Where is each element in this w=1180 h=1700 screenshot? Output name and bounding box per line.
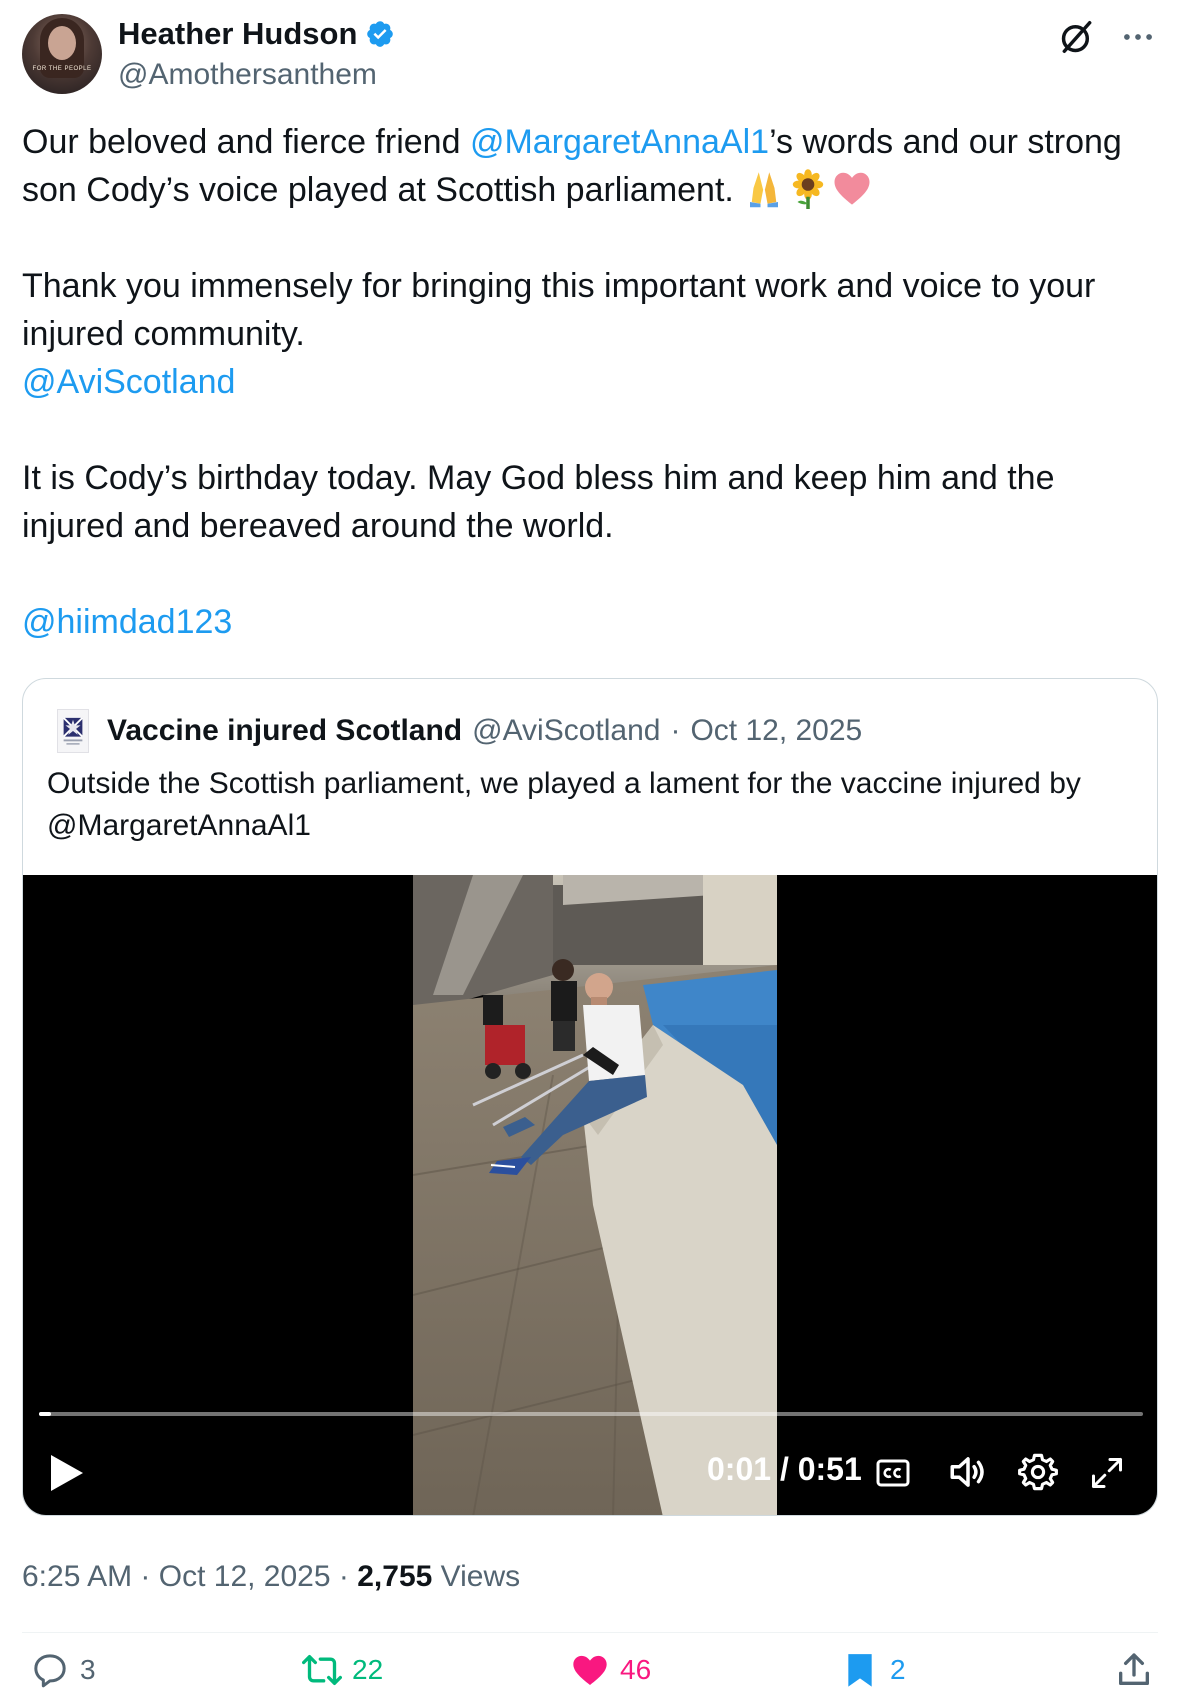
video-duration: 0:51 bbox=[797, 1451, 862, 1487]
views-label: Views bbox=[440, 1560, 521, 1593]
heart-icon bbox=[573, 1655, 607, 1685]
video-progress-fill bbox=[39, 1412, 52, 1416]
separator-dot: · bbox=[670, 714, 681, 747]
author-display-name[interactable]: Heather Hudson bbox=[118, 16, 357, 52]
quoted-avatar[interactable] bbox=[57, 709, 89, 753]
tweet-text: Our beloved and fierce friend @MargaretA… bbox=[22, 118, 1158, 646]
repost-icon bbox=[302, 1655, 342, 1685]
tweet-time[interactable]: 6:25 AM bbox=[22, 1560, 132, 1593]
quoted-tweet-header: Vaccine injured Scotland @AviScotland · … bbox=[57, 709, 862, 753]
author-name-row: Heather Hudson bbox=[118, 16, 395, 52]
reply-count: 3 bbox=[80, 1654, 96, 1685]
tweet-header: FOR THE PEOPLE Heather Hudson @Amothersa… bbox=[22, 14, 1158, 94]
quoted-tweet-text: Outside the Scottish parliament, we play… bbox=[47, 767, 1081, 842]
share-button[interactable] bbox=[1114, 1648, 1154, 1692]
views-count: 2,755 bbox=[357, 1560, 433, 1593]
avatar-caption: FOR THE PEOPLE bbox=[32, 66, 92, 72]
video-time-separator: / bbox=[779, 1451, 789, 1487]
text-segment: Our beloved and fierce friend bbox=[22, 123, 470, 161]
settings-gear-icon[interactable] bbox=[1017, 1451, 1059, 1493]
fullscreen-icon[interactable] bbox=[1089, 1455, 1125, 1491]
tweet-meta: 6:25 AM · Oct 12, 2025 · 2,755 Views bbox=[22, 1560, 520, 1594]
share-icon bbox=[1119, 1653, 1149, 1685]
grok-icon[interactable] bbox=[1058, 18, 1096, 56]
bookmark-button[interactable]: 2 bbox=[840, 1648, 906, 1692]
video-progress-bar[interactable] bbox=[39, 1412, 1143, 1416]
mention-margaretannaal1[interactable]: @MargaretAnnaAl1 bbox=[470, 123, 769, 161]
captions-icon[interactable] bbox=[875, 1455, 911, 1491]
video-frame bbox=[413, 875, 777, 1515]
video-current-time: 0:01 bbox=[707, 1451, 772, 1487]
tweet-paragraph-2: Thank you immensely for bringing this im… bbox=[22, 267, 1096, 353]
video-time: 0:01 / 0:51 bbox=[707, 1451, 862, 1488]
folded-hands-icon bbox=[750, 172, 779, 208]
saltire-logo-icon bbox=[62, 717, 84, 745]
reply-icon bbox=[34, 1654, 66, 1688]
quoted-date[interactable]: Oct 12, 2025 bbox=[690, 714, 862, 748]
more-options-icon[interactable] bbox=[1118, 18, 1158, 56]
tweet-date[interactable]: Oct 12, 2025 bbox=[159, 1560, 331, 1593]
reply-button[interactable]: 3 bbox=[30, 1648, 96, 1692]
quoted-author-name[interactable]: Vaccine injured Scotland bbox=[107, 714, 462, 748]
play-icon[interactable] bbox=[49, 1453, 85, 1493]
mention-hiimdad123[interactable]: @hiimdad123 bbox=[22, 603, 232, 641]
avatar[interactable]: FOR THE PEOPLE bbox=[22, 14, 102, 94]
separator-dot: · bbox=[140, 1560, 151, 1593]
like-button[interactable]: 46 bbox=[570, 1648, 651, 1692]
mention-aviscotland[interactable]: @AviScotland bbox=[22, 363, 235, 401]
volume-icon[interactable] bbox=[947, 1451, 989, 1493]
tweet-paragraph-3: It is Cody’s birthday today. May God ble… bbox=[22, 459, 1055, 545]
tweet: FOR THE PEOPLE Heather Hudson @Amothersa… bbox=[0, 0, 1180, 1700]
quoted-tweet[interactable]: Vaccine injured Scotland @AviScotland · … bbox=[22, 678, 1158, 1516]
divider bbox=[22, 1632, 1158, 1633]
separator-dot: · bbox=[338, 1560, 349, 1593]
tweet-paragraph-1: Our beloved and fierce friend @MargaretA… bbox=[22, 118, 1158, 214]
repost-count: 22 bbox=[352, 1654, 384, 1685]
action-bar: 3 22 46 2 bbox=[22, 1648, 1158, 1698]
quoted-author-handle[interactable]: @AviScotland bbox=[472, 714, 660, 748]
video-thumbnail bbox=[413, 875, 777, 1515]
verified-badge-icon bbox=[367, 21, 394, 47]
video-player[interactable]: 0:01 / 0:51 bbox=[23, 875, 1157, 1515]
bookmark-icon bbox=[848, 1654, 872, 1687]
like-count: 46 bbox=[620, 1654, 652, 1685]
repost-button[interactable]: 22 bbox=[302, 1648, 383, 1692]
bookmark-count: 2 bbox=[890, 1654, 906, 1685]
author-handle[interactable]: @Amothersanthem bbox=[118, 58, 377, 92]
sunflower-icon bbox=[793, 169, 824, 209]
pink-heart-icon bbox=[834, 172, 870, 205]
